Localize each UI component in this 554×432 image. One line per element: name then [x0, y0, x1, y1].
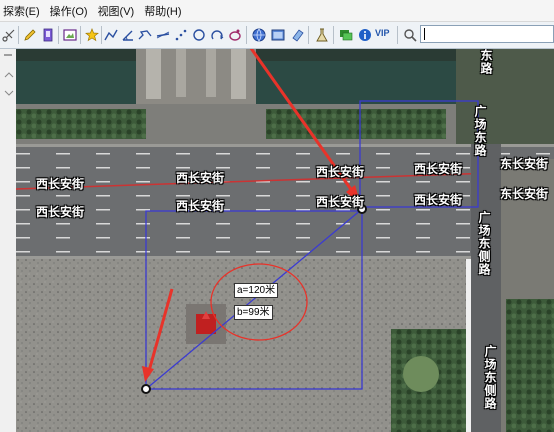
placemark-star-icon[interactable] — [84, 27, 100, 43]
points-tool-icon[interactable] — [173, 27, 189, 43]
bookmark-icon[interactable] — [40, 27, 56, 43]
picture-icon[interactable] — [62, 27, 78, 43]
measure-label-b: b=99米 — [234, 305, 273, 320]
eraser-icon[interactable] — [290, 27, 306, 43]
road-label: 广场东路 — [473, 105, 487, 157]
measure-start-marker — [141, 384, 151, 394]
road-label: 西长安街 — [176, 171, 225, 185]
road-label: 广场东侧路 — [483, 345, 497, 410]
road-label: 西长安街 — [36, 177, 85, 191]
info-icon[interactable] — [357, 27, 373, 43]
expand-up-icon — [4, 72, 14, 78]
road-label: 西长安街 — [316, 195, 365, 209]
path-tool-icon[interactable] — [137, 27, 153, 43]
road-label: 西长安街 — [176, 199, 225, 213]
left-panel-strip — [0, 49, 17, 432]
text-caret — [424, 28, 425, 40]
road-label: 西长安街 — [414, 162, 463, 176]
road-label: 西长安街 — [316, 165, 365, 179]
menu-bar: 探索(E) 操作(O) 视图(V) 帮助(H) — [0, 0, 554, 22]
search-icon[interactable] — [402, 27, 418, 43]
map-window-icon[interactable] — [270, 27, 286, 43]
menu-operate[interactable]: 操作(O) — [47, 3, 95, 19]
polyline-tool-icon[interactable] — [103, 27, 119, 43]
highlight-circle — [210, 263, 308, 341]
road-label: 广场东侧路 — [477, 211, 491, 276]
arc-tool-icon[interactable] — [209, 27, 225, 43]
road-label: 东长安街 — [500, 157, 549, 171]
menu-help[interactable]: 帮助(H) — [141, 3, 188, 19]
road-label: 西长安街 — [36, 205, 85, 219]
scissors-icon[interactable] — [1, 27, 17, 43]
circle-tool-icon[interactable] — [191, 27, 207, 43]
measure-label-a: a=120米 — [234, 283, 279, 298]
expand-down-icon — [4, 90, 14, 96]
pencil-icon[interactable] — [22, 27, 38, 43]
globe-icon[interactable] — [251, 27, 267, 43]
annotation-arrow-head-2 — [142, 366, 154, 382]
menu-explore[interactable]: 探索(E) — [0, 3, 47, 19]
toolbar: VIP — [0, 22, 554, 49]
search-input[interactable] — [420, 25, 554, 43]
measure-diagonal-line — [145, 208, 363, 390]
ellipse-tool-icon[interactable] — [227, 27, 243, 43]
annotation-arrow-line-2 — [147, 288, 174, 372]
menu-view[interactable]: 视图(V) — [95, 3, 142, 19]
road-label: 西长安街 — [414, 193, 463, 207]
road-label: 东路 — [479, 49, 493, 75]
chat-icon[interactable] — [338, 27, 354, 43]
angle-tool-icon[interactable] — [120, 27, 136, 43]
vip-badge[interactable]: VIP — [375, 28, 390, 38]
line-tool-icon[interactable] — [155, 27, 171, 43]
flask-icon[interactable] — [314, 27, 330, 43]
road-label: 东长安街 — [500, 187, 549, 201]
satellite-map-view[interactable]: 西长安街 西长安街 西长安街 西长安街 西长安街 西长安街 西长安街 西长安街 … — [16, 49, 554, 432]
